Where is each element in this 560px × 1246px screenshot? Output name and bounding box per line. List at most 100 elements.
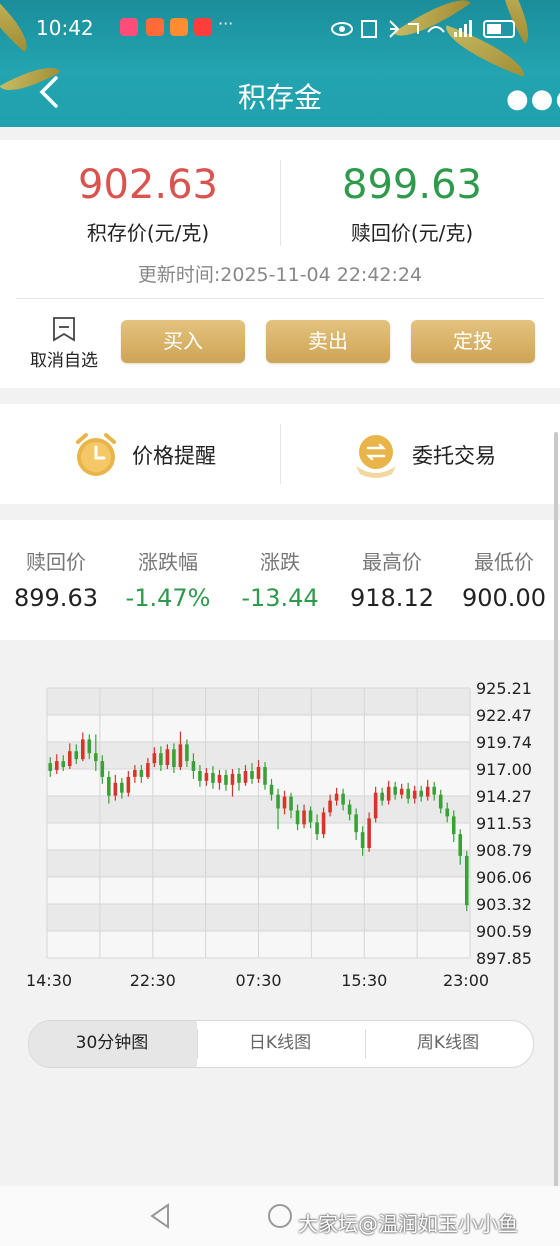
candle-down bbox=[120, 782, 124, 793]
stats-card: 赎回价 涨跌幅 涨跌 最高价 最低价 899.63 -1.47% -13.44 … bbox=[0, 520, 560, 640]
candle-up bbox=[243, 770, 248, 783]
candle-up bbox=[54, 761, 59, 771]
candle-down bbox=[419, 790, 423, 797]
invest-button[interactable]: 定投 bbox=[411, 320, 535, 363]
candle-up bbox=[67, 751, 72, 767]
tab-weekly-k[interactable]: 周K线图 bbox=[364, 1021, 532, 1065]
candle-up bbox=[256, 767, 261, 779]
candle-down bbox=[360, 832, 365, 848]
notification-icon bbox=[146, 18, 164, 36]
candle-down bbox=[172, 749, 176, 768]
stat-label: 赎回价 bbox=[26, 550, 86, 574]
y-tick-label: 897.85 bbox=[476, 949, 532, 968]
candle-down bbox=[107, 776, 111, 796]
candle-down bbox=[198, 770, 202, 781]
stat-value-low: 900.00 bbox=[462, 584, 546, 612]
sell-button[interactable]: 卖出 bbox=[266, 320, 390, 363]
candle-up bbox=[230, 773, 235, 785]
notification-icon bbox=[170, 18, 188, 36]
y-tick-label: 925.21 bbox=[476, 679, 532, 698]
candle-down bbox=[458, 834, 463, 856]
candle-down bbox=[100, 761, 105, 777]
tab-30min[interactable]: 30分钟图 bbox=[28, 1021, 196, 1065]
candle-up bbox=[113, 782, 118, 796]
candle-down bbox=[276, 794, 280, 809]
more-icon[interactable]: ●●● bbox=[506, 84, 560, 114]
candle-down bbox=[237, 773, 241, 783]
unwatch-button[interactable]: 取消自选 bbox=[20, 316, 108, 376]
status-time: 10:42 bbox=[36, 16, 94, 40]
candle-up bbox=[386, 786, 391, 801]
candle-up bbox=[126, 776, 131, 793]
candle-up bbox=[282, 796, 287, 809]
nav-home-icon[interactable] bbox=[267, 1203, 293, 1229]
candle-up bbox=[399, 788, 404, 795]
stat-value-change: -13.44 bbox=[241, 584, 319, 612]
candle-up bbox=[425, 786, 430, 797]
buy-price-label: 积存价(元/克) bbox=[86, 221, 210, 245]
x-tick-label: 22:30 bbox=[130, 971, 176, 990]
sell-price-label: 赎回价(元/克) bbox=[350, 221, 474, 245]
buy-price: 902.63 bbox=[78, 162, 218, 208]
candle-down bbox=[191, 761, 196, 771]
candle-up bbox=[334, 793, 339, 801]
candle-up bbox=[328, 800, 332, 813]
stat-label: 涨跌 bbox=[260, 550, 300, 574]
candle-down bbox=[139, 770, 144, 777]
stat-label: 最高价 bbox=[362, 550, 422, 574]
feature-card: 价格提醒 委托交易 bbox=[0, 404, 560, 504]
page-title: 积存金 bbox=[237, 81, 322, 114]
candle-down bbox=[393, 786, 397, 795]
y-tick-label: 906.06 bbox=[476, 868, 532, 887]
candle-down bbox=[451, 816, 456, 835]
notification-icon bbox=[120, 18, 138, 36]
candle-down bbox=[269, 784, 274, 795]
candle-down bbox=[341, 793, 345, 805]
price-alert-button[interactable]: 价格提醒 bbox=[72, 428, 262, 480]
stat-value-change-pct: -1.47% bbox=[125, 584, 211, 612]
candle-down bbox=[94, 753, 98, 762]
delegate-trade-label: 委托交易 bbox=[412, 444, 496, 468]
candle-down bbox=[250, 770, 254, 779]
candle-down bbox=[159, 753, 163, 766]
candle-down bbox=[87, 739, 92, 754]
candle-up bbox=[367, 818, 371, 848]
y-tick-label: 908.79 bbox=[476, 841, 532, 860]
candle-down bbox=[263, 767, 267, 785]
bamboo-leaf-decor bbox=[0, 0, 39, 52]
candle-up bbox=[373, 792, 378, 819]
watermark: 大家坛@温润如玉小小鱼 bbox=[298, 1212, 518, 1236]
candle-up bbox=[204, 772, 209, 781]
y-tick-label: 914.27 bbox=[476, 787, 532, 806]
candle-up bbox=[178, 744, 183, 768]
buy-button[interactable]: 买入 bbox=[121, 320, 245, 363]
sell-price: 899.63 bbox=[342, 162, 482, 208]
stat-label: 涨跌幅 bbox=[138, 550, 198, 574]
candle-down bbox=[445, 808, 450, 817]
system-nav-bar: 大家坛@温润如玉小小鱼 bbox=[0, 1186, 560, 1246]
app-header: 10:42 ··· 积存金 ●●● bbox=[0, 0, 560, 127]
divider bbox=[280, 160, 281, 246]
candle-down bbox=[354, 814, 358, 833]
candle-down bbox=[380, 792, 384, 801]
candle-down bbox=[464, 855, 469, 906]
y-tick-label: 903.32 bbox=[476, 895, 532, 914]
divider bbox=[280, 424, 281, 484]
candle-down bbox=[432, 786, 436, 795]
x-tick-label: 14:30 bbox=[26, 971, 72, 990]
y-tick-label: 911.53 bbox=[476, 814, 532, 833]
nav-back-icon[interactable] bbox=[148, 1202, 172, 1230]
update-time: 更新时间:2025-11-04 22:42:24 bbox=[137, 264, 423, 286]
tab-daily-k[interactable]: 日K线图 bbox=[196, 1021, 364, 1065]
x-tick-label: 23:00 bbox=[443, 971, 489, 990]
x-tick-label: 15:30 bbox=[341, 971, 387, 990]
candle-down bbox=[347, 804, 352, 815]
delegate-trade-button[interactable]: 委托交易 bbox=[352, 428, 542, 480]
price-alert-label: 价格提醒 bbox=[132, 444, 216, 468]
scrollbar[interactable] bbox=[554, 432, 558, 1192]
candle-down bbox=[295, 810, 300, 825]
notification-icon bbox=[194, 18, 212, 36]
candle-up bbox=[133, 770, 137, 777]
candle-down bbox=[61, 761, 66, 768]
candle-down bbox=[308, 810, 313, 823]
